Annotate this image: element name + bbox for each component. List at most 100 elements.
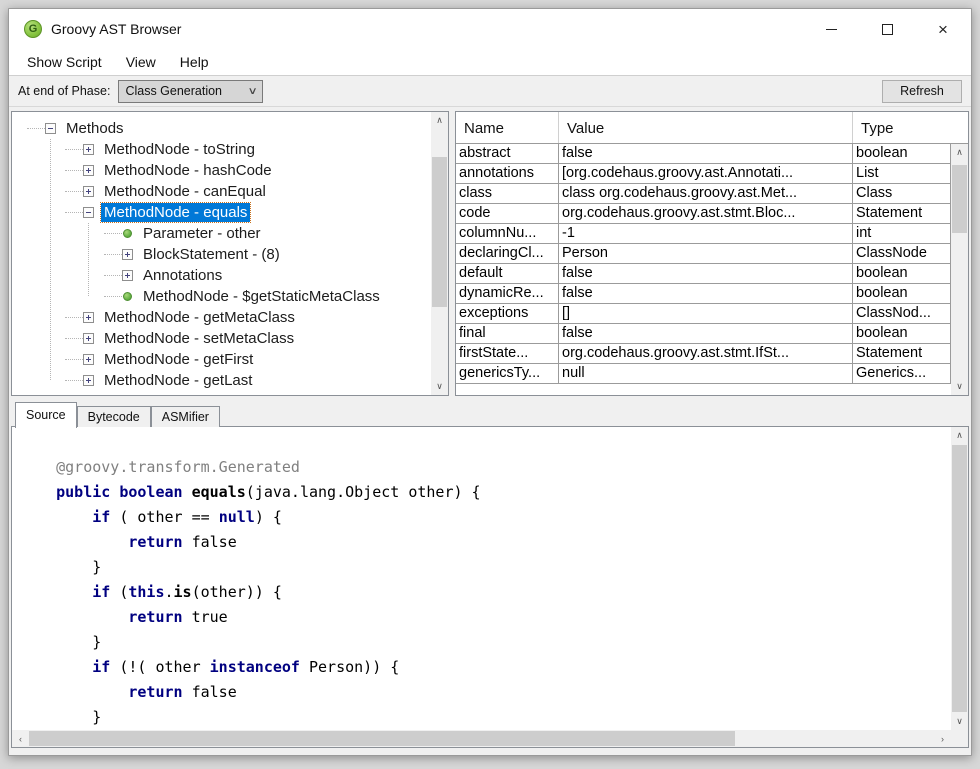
expand-icon[interactable] <box>83 375 94 386</box>
tree-guide-line <box>104 254 122 255</box>
table-row[interactable]: dynamicRe...falseboolean <box>456 284 951 304</box>
tab-bytecode[interactable]: Bytecode <box>77 406 151 427</box>
table-row[interactable]: genericsTy...nullGenerics... <box>456 364 951 384</box>
source-horizontal-scrollbar[interactable]: ‹ › <box>12 730 951 747</box>
table-cell-type: boolean <box>853 264 951 283</box>
tree-guide-line <box>27 128 45 129</box>
code-line: if ( other == null) { <box>20 505 951 530</box>
groovy-app-icon: G <box>24 20 42 38</box>
phase-label: At end of Phase: <box>18 84 110 98</box>
table-row[interactable]: abstractfalseboolean <box>456 144 951 164</box>
expand-icon[interactable] <box>83 165 94 176</box>
source-hscroll-row: ‹ › <box>12 730 968 747</box>
table-row[interactable]: defaultfalseboolean <box>456 264 951 284</box>
expand-icon[interactable] <box>83 354 94 365</box>
scroll-left-icon[interactable]: ‹ <box>12 730 29 747</box>
source-hscroll-thumb[interactable] <box>29 731 735 746</box>
code-line: return false <box>20 530 951 555</box>
properties-table-panel: Name Value Type abstractfalsebooleananno… <box>455 111 969 396</box>
tree-item[interactable]: MethodNode - canEqual <box>12 181 431 202</box>
code-line: if (this.is(other)) { <box>20 580 951 605</box>
code-line: public boolean equals(java.lang.Object o… <box>20 480 951 505</box>
column-header-type[interactable]: Type <box>853 112 951 143</box>
tree-item-label: MethodNode - getLast <box>101 371 255 390</box>
table-row[interactable]: declaringCl...PersonClassNode <box>456 244 951 264</box>
menu-item-show-script[interactable]: Show Script <box>17 51 112 73</box>
tab-source[interactable]: Source <box>15 402 77 428</box>
table-row[interactable]: classclass org.codehaus.groovy.ast.Met..… <box>456 184 951 204</box>
table-row[interactable]: columnNu...-1int <box>456 224 951 244</box>
column-header-name[interactable]: Name <box>456 112 559 143</box>
menu-item-help[interactable]: Help <box>170 51 219 73</box>
table-cell-type: Generics... <box>853 364 951 383</box>
expand-icon[interactable] <box>83 144 94 155</box>
table-scroll-thumb[interactable] <box>952 165 967 233</box>
code-line: } <box>20 555 951 580</box>
tree-item[interactable]: BlockStatement - (8) <box>12 244 431 265</box>
maximize-button[interactable] <box>859 9 915 49</box>
tree-item[interactable]: MethodNode - getLast <box>12 370 431 391</box>
scroll-up-icon[interactable]: ∧ <box>951 427 968 444</box>
table-row[interactable]: finalfalseboolean <box>456 324 951 344</box>
collapse-icon[interactable] <box>45 123 56 134</box>
scroll-up-icon[interactable]: ∧ <box>431 112 448 129</box>
table-cell-name: firstState... <box>456 344 559 363</box>
source-hscroll-track[interactable] <box>29 730 934 747</box>
tree-item[interactable]: Parameter - other <box>12 223 431 244</box>
expand-icon[interactable] <box>83 186 94 197</box>
tree-item[interactable]: MethodNode - hashCode <box>12 160 431 181</box>
expand-icon[interactable] <box>83 333 94 344</box>
table-cell-value: [] <box>559 304 853 323</box>
tree-scroll-thumb[interactable] <box>432 157 447 307</box>
expand-icon[interactable] <box>122 270 133 281</box>
table-cell-name: class <box>456 184 559 203</box>
scrollbar-corner <box>951 730 968 747</box>
source-tabs-block: SourceBytecodeASMifier @groovy.transform… <box>11 401 969 748</box>
table-cell-name: code <box>456 204 559 223</box>
table-scroll-track[interactable] <box>951 161 968 378</box>
scroll-right-icon[interactable]: › <box>934 730 951 747</box>
table-row[interactable]: annotations[org.codehaus.groovy.ast.Anno… <box>456 164 951 184</box>
scroll-up-icon[interactable]: ∧ <box>951 144 968 161</box>
source-vscroll-track[interactable] <box>951 444 968 713</box>
tab-asmifier[interactable]: ASMifier <box>151 406 220 427</box>
tree-item-label: MethodNode - equals <box>101 203 250 222</box>
tree-item[interactable]: MethodNode - toString <box>12 139 431 160</box>
tree-item[interactable]: MethodNode - setMetaClass <box>12 328 431 349</box>
expand-icon[interactable] <box>122 249 133 260</box>
tree-item[interactable]: MethodNode - getMetaClass <box>12 307 431 328</box>
phase-select[interactable]: Class Generation ∨ <box>118 80 263 103</box>
table-row[interactable]: exceptions[]ClassNod... <box>456 304 951 324</box>
tree-item[interactable]: MethodNode - getFirst <box>12 349 431 370</box>
table-cell-name: annotations <box>456 164 559 183</box>
expand-icon[interactable] <box>83 312 94 323</box>
source-vertical-scrollbar[interactable]: ∧ ∨ <box>951 427 968 730</box>
menu-item-view[interactable]: View <box>116 51 166 73</box>
collapse-icon[interactable] <box>83 207 94 218</box>
tree-item-label: MethodNode - canEqual <box>101 182 269 201</box>
tree-scroll-track[interactable] <box>431 129 448 378</box>
table-row[interactable]: codeorg.codehaus.groovy.ast.stmt.Bloc...… <box>456 204 951 224</box>
table-body: abstractfalsebooleanannotations[org.code… <box>456 144 968 395</box>
tree-item[interactable]: Methods <box>12 118 431 139</box>
close-button[interactable]: × <box>915 9 971 49</box>
tree-item[interactable]: MethodNode - $getStaticMetaClass <box>12 286 431 307</box>
scroll-down-icon[interactable]: ∨ <box>951 713 968 730</box>
column-header-value[interactable]: Value <box>559 112 853 143</box>
tree-item[interactable]: Annotations <box>12 265 431 286</box>
source-vscroll-thumb[interactable] <box>952 445 967 712</box>
source-code-area[interactable]: @groovy.transform.Generated public boole… <box>12 427 951 730</box>
scroll-down-icon[interactable]: ∨ <box>951 378 968 395</box>
tree-item-label: MethodNode - toString <box>101 140 258 159</box>
tree-vertical-scrollbar[interactable]: ∧ ∨ <box>431 112 448 395</box>
tree-item-label: Parameter - other <box>140 224 264 243</box>
refresh-button[interactable]: Refresh <box>882 80 962 103</box>
table-cell-type: Statement <box>853 204 951 223</box>
window-controls: × <box>803 9 971 49</box>
table-vertical-scrollbar[interactable]: ∧ ∨ <box>951 144 968 395</box>
table-cell-name: dynamicRe... <box>456 284 559 303</box>
minimize-button[interactable] <box>803 9 859 49</box>
table-row[interactable]: firstState...org.codehaus.groovy.ast.stm… <box>456 344 951 364</box>
scroll-down-icon[interactable]: ∨ <box>431 378 448 395</box>
tree-item[interactable]: MethodNode - equals <box>12 202 431 223</box>
